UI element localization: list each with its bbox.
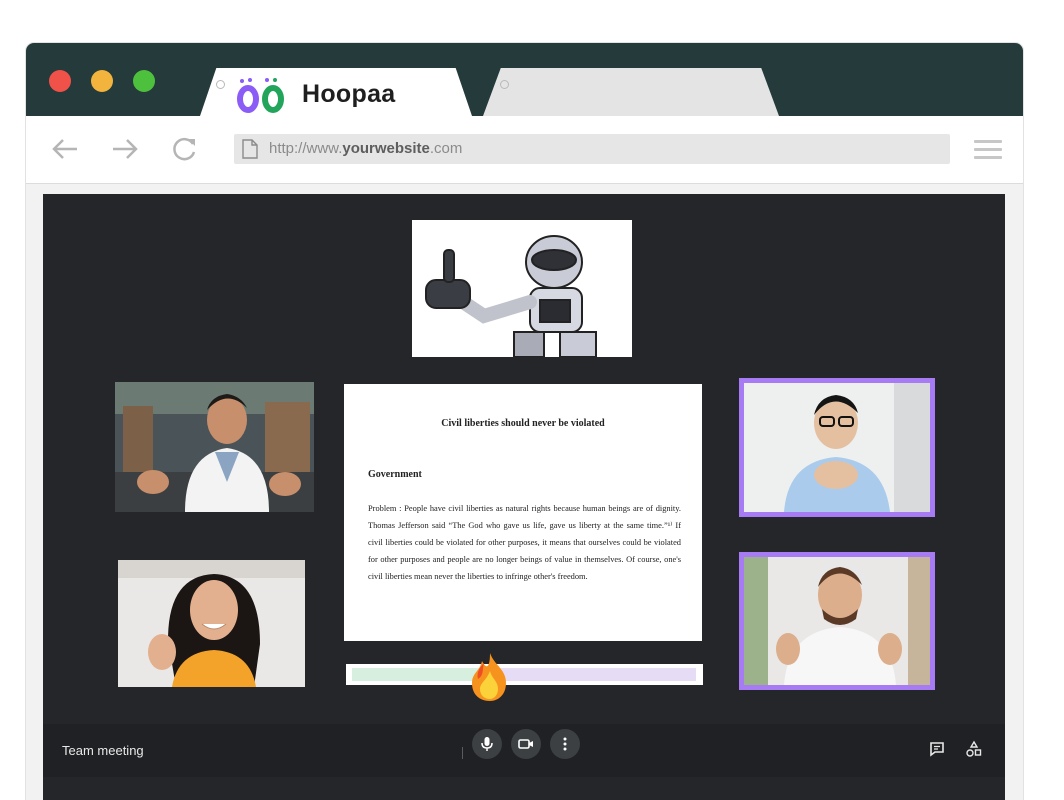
chat-icon[interactable] <box>928 740 946 758</box>
address-bar[interactable]: http://www.yourwebsite.com <box>234 134 950 164</box>
tab-title: Hoopaa <box>302 80 396 108</box>
participant-tile-robot[interactable] <box>412 220 632 357</box>
participant-tile-woman[interactable] <box>118 560 305 687</box>
camera-icon <box>518 739 533 749</box>
browser-window: Hoopaa http://www.yourwebsite.com Civil … <box>26 43 1023 800</box>
page-icon <box>242 139 258 159</box>
document-title: Civil liberties should never be violated <box>441 418 605 429</box>
tab-new[interactable] <box>483 68 779 116</box>
menu-icon[interactable] <box>974 140 1002 160</box>
title-bar: Hoopaa <box>26 43 1023 116</box>
back-arrow-icon[interactable] <box>50 136 80 162</box>
more-options-icon <box>563 737 567 751</box>
hoopaa-logo <box>237 78 284 113</box>
maximize-window-button[interactable] <box>133 70 155 92</box>
browser-toolbar: http://www.yourwebsite.com <box>26 116 1023 184</box>
reload-icon[interactable] <box>171 136 201 162</box>
document-body: Problem : People have civil liberties as… <box>368 504 681 581</box>
activities-icon[interactable] <box>965 740 983 758</box>
more-options-button[interactable] <box>550 729 580 759</box>
document-heading: Government <box>368 469 422 480</box>
url-text: http://www.yourwebsite.com <box>269 140 463 157</box>
forward-arrow-icon[interactable] <box>110 136 140 162</box>
flame-icon <box>471 653 506 701</box>
divider <box>462 747 463 759</box>
progress-track <box>352 653 696 701</box>
participant-tile-man-headphones[interactable] <box>739 552 935 690</box>
camera-button[interactable] <box>511 729 541 759</box>
microphone-button[interactable] <box>472 729 502 759</box>
minimize-window-button[interactable] <box>91 70 113 92</box>
participant-tile-man-glasses[interactable] <box>739 378 935 517</box>
close-window-button[interactable] <box>49 70 71 92</box>
microphone-icon <box>481 737 493 751</box>
meeting-control-bar: Team meeting <box>43 724 1005 777</box>
shared-document[interactable]: Civil liberties should never be violated… <box>344 384 702 641</box>
participant-tile-doctor[interactable] <box>115 382 314 512</box>
reaction-progress-bar[interactable] <box>346 653 703 701</box>
meeting-stage: Civil liberties should never be violated… <box>43 194 1005 800</box>
tab-close-icon[interactable] <box>216 80 225 89</box>
tab-close-icon[interactable] <box>500 80 509 89</box>
meeting-name: Team meeting <box>62 743 144 758</box>
